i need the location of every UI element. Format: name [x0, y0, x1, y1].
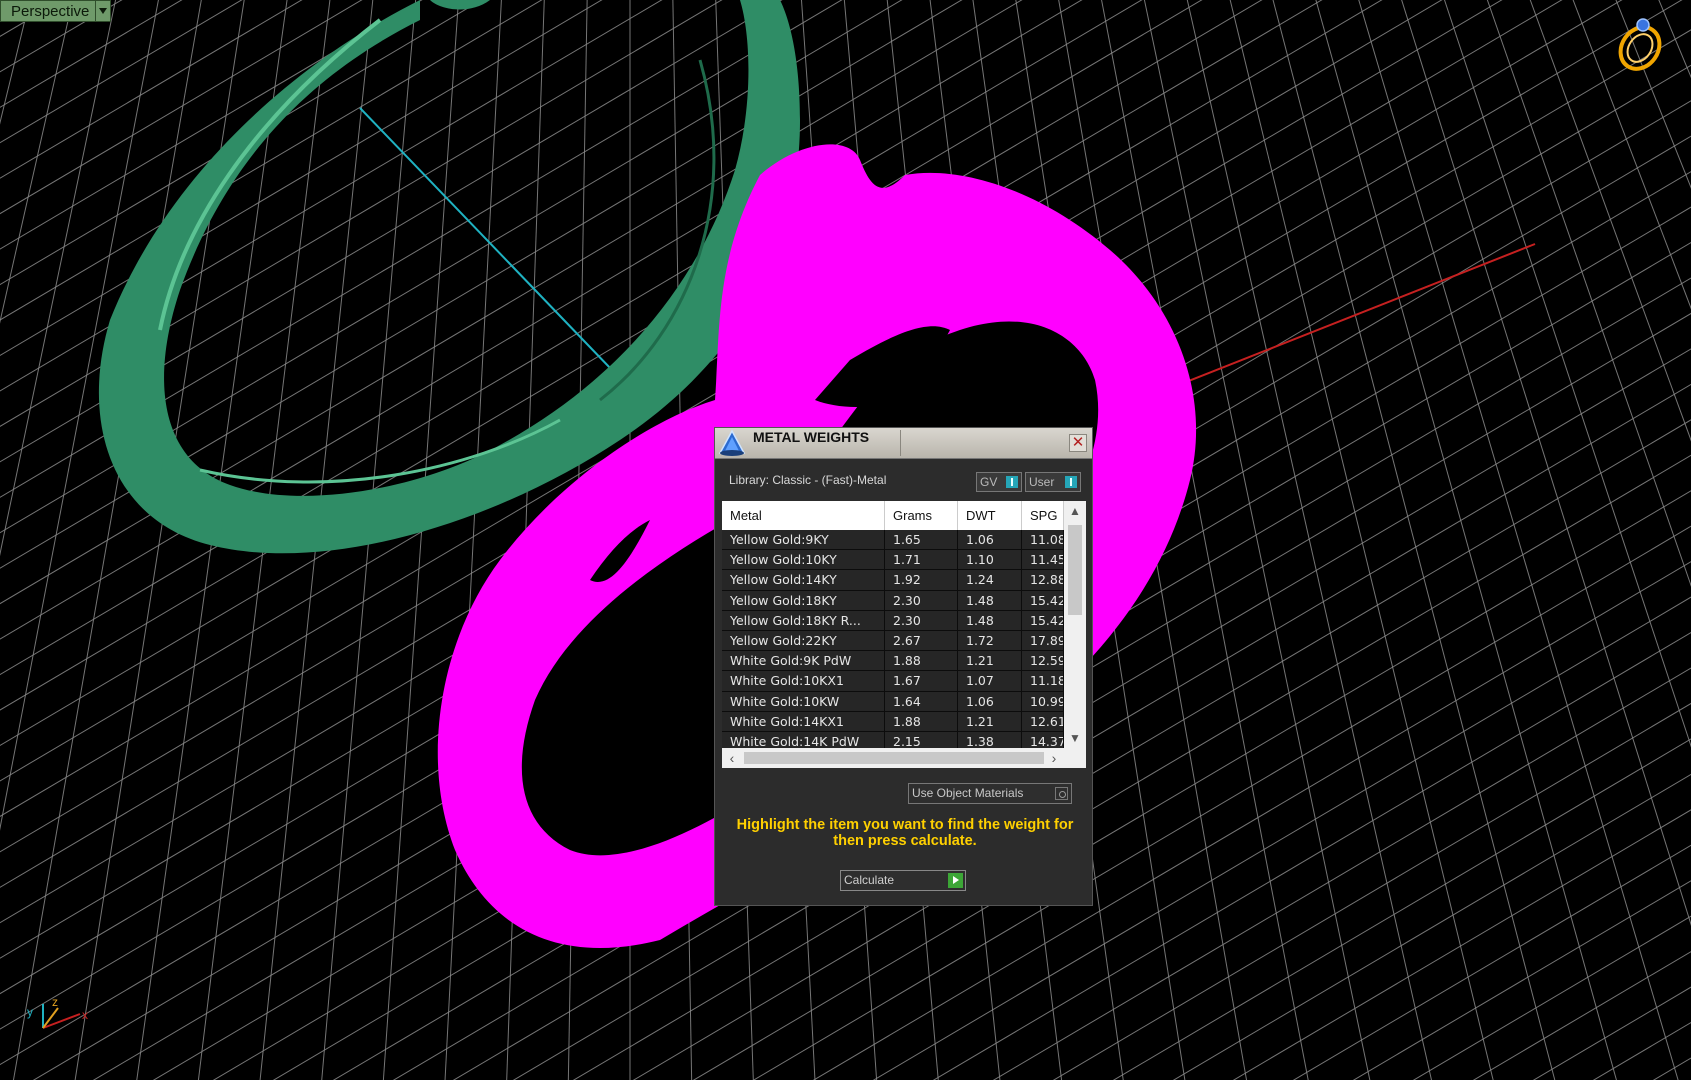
- horizontal-scrollbar[interactable]: ‹ ›: [722, 748, 1086, 768]
- cell-dwt: 1.72: [958, 630, 1022, 651]
- cell-grams: 2.67: [885, 630, 958, 651]
- svg-text:y: y: [27, 1005, 33, 1019]
- cell-metal: Yellow Gold:14KY: [722, 570, 885, 590]
- cell-spg: 12.59: [1022, 651, 1064, 671]
- gv-toggle[interactable]: GV: [976, 472, 1022, 492]
- cell-metal: Yellow Gold:18KY: [722, 590, 885, 610]
- gv-toggle-label: GV: [980, 475, 998, 489]
- cell-grams: 1.65: [885, 530, 958, 550]
- table-row[interactable]: Yellow Gold:18KY 2.30 1.48 15.42: [722, 590, 1064, 611]
- calculate-button[interactable]: Calculate: [840, 870, 966, 891]
- cell-grams: 1.71: [885, 550, 958, 570]
- viewport-label[interactable]: Perspective: [0, 0, 111, 22]
- column-header-spg[interactable]: SPG: [1022, 501, 1064, 530]
- metal-weights-dialog: METAL WEIGHTS ✕ Library: Classic - (Fast…: [714, 427, 1093, 906]
- dialog-title: METAL WEIGHTS: [753, 429, 870, 445]
- table-row[interactable]: White Gold:10KW 1.64 1.06 10.99: [722, 691, 1064, 712]
- axis-triad: y z x: [27, 995, 88, 1029]
- table-row[interactable]: Yellow Gold:18KY R... 2.30 1.48 15.42: [722, 610, 1064, 631]
- cell-metal: White Gold:9K PdW: [722, 651, 885, 671]
- scroll-thumb[interactable]: [744, 752, 1044, 764]
- cell-spg: 17.89: [1022, 630, 1064, 651]
- svg-text:x: x: [82, 1008, 88, 1022]
- cell-metal: Yellow Gold:22KY: [722, 630, 885, 651]
- scroll-thumb[interactable]: [1068, 525, 1082, 615]
- cell-dwt: 1.06: [958, 691, 1022, 711]
- cell-grams: 1.88: [885, 711, 958, 731]
- scroll-down-icon[interactable]: ▼: [1064, 728, 1086, 748]
- vertical-scrollbar[interactable]: ▲ ▼: [1064, 501, 1086, 748]
- cell-spg: 12.61: [1022, 711, 1064, 731]
- cell-dwt: 1.21: [958, 651, 1022, 671]
- table-row[interactable]: White Gold:9K PdW 1.88 1.21 12.59: [722, 651, 1064, 672]
- cell-spg: 15.42: [1022, 590, 1064, 610]
- cell-metal: Yellow Gold:10KY: [722, 550, 885, 570]
- column-header-grams[interactable]: Grams: [885, 501, 958, 530]
- svg-text:z: z: [52, 995, 58, 1009]
- cell-spg: 11.18: [1022, 671, 1064, 691]
- titlebar-divider: [900, 430, 901, 456]
- cell-dwt: 1.48: [958, 610, 1022, 630]
- cell-metal: White Gold:14KX1: [722, 711, 885, 731]
- cell-grams: 2.30: [885, 610, 958, 630]
- cell-grams: 1.92: [885, 570, 958, 590]
- cell-spg: 11.08: [1022, 530, 1064, 550]
- scroll-right-icon[interactable]: ›: [1044, 748, 1064, 768]
- ring-icon[interactable]: [1613, 18, 1668, 76]
- cell-grams: 1.67: [885, 671, 958, 691]
- info-icon: [1006, 476, 1018, 488]
- calculate-label: Calculate: [844, 873, 895, 887]
- user-toggle[interactable]: User: [1025, 472, 1081, 492]
- instruction-text: Highlight the item you want to find the …: [736, 817, 1074, 849]
- viewport-label-text: Perspective: [11, 2, 90, 20]
- cell-grams: 2.30: [885, 590, 958, 610]
- cell-dwt: 1.48: [958, 590, 1022, 610]
- info-icon: [1065, 476, 1077, 488]
- table-row[interactable]: Yellow Gold:22KY 2.67 1.72 17.89: [722, 630, 1064, 652]
- cell-metal: White Gold:10KX1: [722, 671, 885, 691]
- table-body: Yellow Gold:9KY 1.65 1.06 11.08 Yellow Gold:…: [722, 530, 1064, 753]
- scroll-up-icon[interactable]: ▲: [1064, 501, 1086, 521]
- z-axis-line: [359, 107, 613, 371]
- cell-dwt: 1.06: [958, 530, 1022, 550]
- dialog-titlebar[interactable]: METAL WEIGHTS ✕: [715, 428, 1092, 459]
- cell-metal: White Gold:10KW: [722, 691, 885, 711]
- column-header-dwt[interactable]: DWT: [958, 501, 1022, 530]
- table-header: Metal Grams DWT SPG: [722, 501, 1064, 530]
- cell-dwt: 1.24: [958, 570, 1022, 590]
- cell-spg: 10.99: [1022, 691, 1064, 711]
- radio-icon[interactable]: [1055, 787, 1068, 800]
- user-toggle-label: User: [1029, 475, 1055, 489]
- cell-grams: 1.64: [885, 691, 958, 711]
- chevron-down-icon[interactable]: [95, 1, 110, 21]
- table-row[interactable]: Yellow Gold:14KY 1.92 1.24 12.88: [722, 570, 1064, 591]
- cell-dwt: 1.10: [958, 550, 1022, 570]
- table-row[interactable]: Yellow Gold:9KY 1.65 1.06 11.08: [722, 530, 1064, 551]
- cell-spg: 12.88: [1022, 570, 1064, 590]
- cell-dwt: 1.07: [958, 671, 1022, 691]
- use-object-materials-checkbox[interactable]: Use Object Materials: [908, 783, 1072, 804]
- table-row[interactable]: Yellow Gold:10KY 1.71 1.10 11.45: [722, 550, 1064, 571]
- table-row[interactable]: White Gold:10KX1 1.67 1.07 11.18: [722, 671, 1064, 692]
- cell-spg: 11.45: [1022, 550, 1064, 570]
- cell-dwt: 1.21: [958, 711, 1022, 731]
- library-label: Library: Classic - (Fast)-Metal: [729, 473, 887, 487]
- cell-grams: 1.88: [885, 651, 958, 671]
- cell-metal: Yellow Gold:18KY R...: [722, 610, 885, 630]
- close-icon[interactable]: ✕: [1069, 434, 1087, 452]
- metal-table[interactable]: Metal Grams DWT SPG Yellow Gold:9KY 1.65 1…: [722, 501, 1086, 768]
- app-logo-icon: [718, 429, 746, 456]
- cell-metal: Yellow Gold:9KY: [722, 530, 885, 550]
- column-header-metal[interactable]: Metal: [722, 501, 885, 530]
- table-row[interactable]: White Gold:14KX1 1.88 1.21 12.61: [722, 711, 1064, 732]
- play-icon: [948, 873, 963, 888]
- cell-spg: 15.42: [1022, 610, 1064, 630]
- use-object-materials-label: Use Object Materials: [912, 786, 1024, 800]
- scroll-left-icon[interactable]: ‹: [722, 748, 742, 768]
